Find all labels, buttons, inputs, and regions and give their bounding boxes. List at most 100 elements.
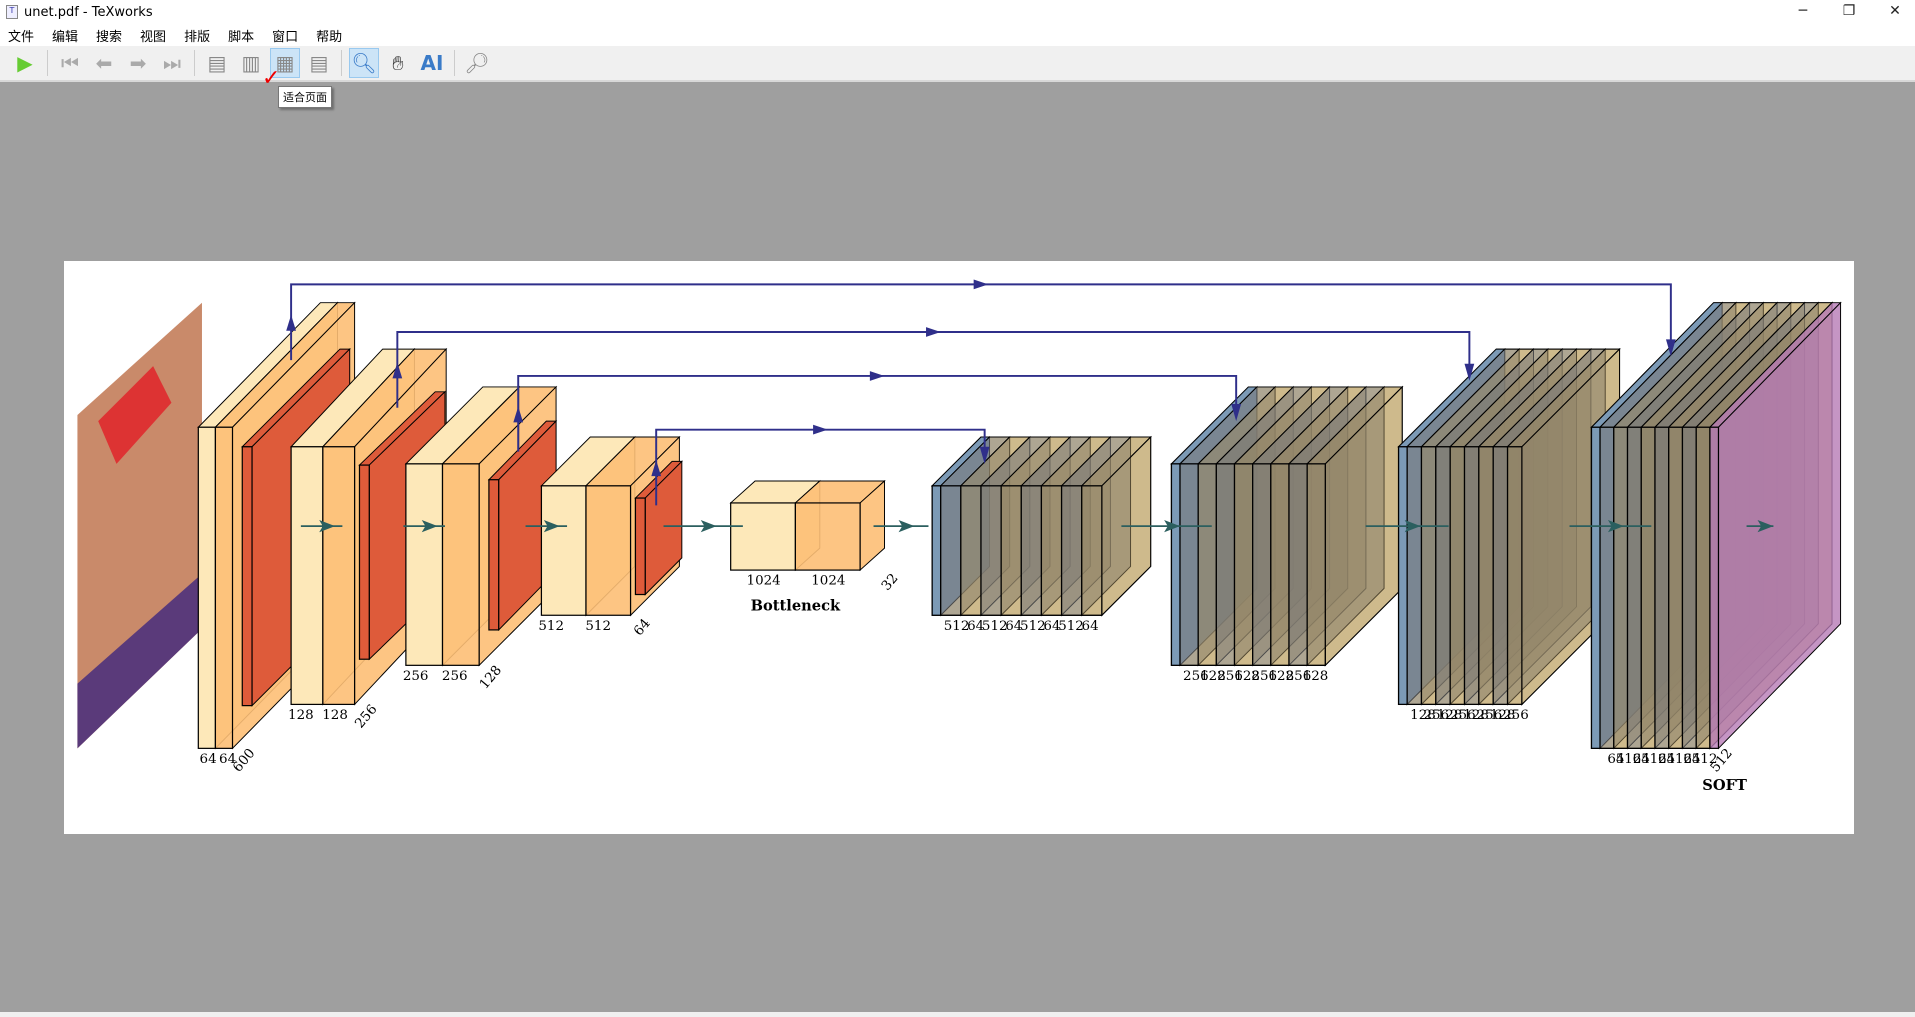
decoder-conv-block-front (1449, 446, 1466, 706)
menu-typeset[interactable]: 排版 (176, 26, 220, 45)
text-select-icon: AI (420, 51, 444, 75)
decoder-conv-block-front (1695, 426, 1711, 749)
decoder-conv-block-front (1478, 446, 1494, 706)
softmax-block-front (1709, 426, 1720, 749)
tooltip: 适合页面 (278, 86, 332, 108)
decoder-concat-block-front (980, 485, 1002, 616)
skip-connection-arrow (290, 283, 1672, 361)
next-page-icon: ➡ (129, 51, 147, 75)
encoder-conv-block-front (197, 426, 217, 749)
minimize-button[interactable]: ─ (1780, 0, 1826, 24)
encoder-dim-label: 128 (477, 663, 505, 692)
find-button[interactable]: 🔎︎ (462, 48, 492, 78)
magnifier-button[interactable]: 🔍︎ (349, 48, 379, 78)
encoder-dim-label: 256 (353, 702, 381, 731)
menu-file[interactable]: 文件 (0, 26, 44, 45)
fit-content-button[interactable]: ▤ (304, 48, 334, 78)
skip-arrowhead (973, 279, 989, 290)
decoder-conv-block-front (1613, 426, 1629, 749)
encoder-conv-block-front (214, 426, 234, 749)
last-page-icon: ⏭ (163, 51, 181, 75)
menu-help[interactable]: 帮助 (308, 26, 352, 45)
fit-content-icon: ▤ (309, 51, 329, 75)
decoder-unpool-block-front (1590, 426, 1601, 749)
decoder-concat-block-front (1288, 463, 1308, 666)
restore-button[interactable]: ❐ (1826, 0, 1872, 24)
find-icon: 🔎︎ (464, 51, 490, 75)
menu-bar: 文件 编辑 搜索 视图 排版 脚本 窗口 帮助 (0, 24, 1915, 46)
decoder-concat-block-front (1215, 463, 1236, 666)
encoder-dim-label: 512 (585, 619, 611, 634)
decoder-dim-label: 64 (1082, 619, 1099, 634)
typeset-button[interactable]: ▶ (10, 48, 40, 78)
decoder-conv-block-front (1000, 485, 1022, 616)
next-page-button[interactable]: ➡ (123, 48, 153, 78)
decoder-concat-block-front (1060, 485, 1083, 616)
decoder-concat-block-front (1252, 463, 1272, 666)
bottleneck-dim-label: 32 (879, 571, 901, 594)
decoder-dim-label: 512 (982, 619, 1008, 634)
decoder-concat-block-front (1599, 426, 1615, 749)
decoder-concat-block-front (1179, 463, 1199, 666)
encoder-dim-label: 128 (288, 708, 314, 723)
magnifier-icon: 🔍︎ (351, 51, 377, 75)
bottleneck-block-front (794, 502, 861, 571)
decoder-dim-label: 128 (1303, 669, 1329, 684)
fit-width-icon: ▥ (241, 51, 261, 75)
skip-arrowhead (926, 327, 941, 337)
decoder-concat-block-front (1492, 446, 1509, 706)
menu-edit[interactable]: 编辑 (44, 26, 88, 45)
decoder-concat-block-front (1654, 426, 1670, 749)
text-select-button[interactable]: AI (417, 48, 447, 78)
decoder-concat-block-front (1626, 426, 1642, 749)
close-button[interactable]: ✕ (1872, 0, 1915, 24)
decoder-conv-block-front (1233, 463, 1254, 666)
app-icon: T (6, 5, 18, 19)
decoder-conv-block-front (1506, 446, 1523, 706)
encoder-dim-label: 600 (230, 746, 258, 775)
menu-view[interactable]: 视图 (132, 26, 176, 45)
separator (47, 50, 48, 76)
separator (454, 50, 455, 76)
decoder-conv-block-front (1640, 426, 1656, 749)
hand-button[interactable]: ✋︎ (383, 48, 413, 78)
decoder-conv-block-front (1081, 485, 1103, 616)
decoder-conv-block-front (960, 485, 982, 616)
previous-page-button[interactable]: ⬅ (89, 48, 119, 78)
skip-arrowhead (286, 314, 296, 331)
previous-page-icon: ⬅ (95, 51, 113, 75)
decoder-concat-block-front (1435, 446, 1451, 706)
decoder-concat-block-front (1406, 446, 1423, 706)
decoder-dim-label: 512 (944, 619, 970, 634)
actual-size-button[interactable]: ▤ (202, 48, 232, 78)
encoder-dim-label: 64 (200, 752, 217, 767)
menu-window[interactable]: 窗口 (264, 26, 308, 45)
decoder-dim-label: 512 (1058, 619, 1084, 634)
actual-size-icon: ▤ (207, 51, 227, 75)
softmax-caption: SOFT (1702, 777, 1747, 794)
decoder-concat-block-front (1681, 426, 1697, 749)
encoder-conv-block-front (441, 463, 480, 666)
decoder-conv-block-front (1197, 463, 1217, 666)
last-page-button[interactable]: ⏭ (157, 48, 187, 78)
menu-scripts[interactable]: 脚本 (220, 26, 264, 45)
bottleneck-block-front (730, 502, 796, 571)
separator (341, 50, 342, 76)
pdf-page[interactable]: 64 64 600 128 128 256 256 256 128 512 512 64 1024 102… (64, 261, 1854, 834)
menu-search[interactable]: 搜索 (88, 26, 132, 45)
status-bar (0, 1012, 1915, 1017)
encoder-dim-label: 512 (538, 619, 564, 634)
encoder-dim-label: 256 (403, 669, 429, 684)
decoder-dim-label: 512 (1020, 619, 1046, 634)
first-page-button[interactable]: ⏮ (55, 48, 85, 78)
bottleneck-dim-label: 1024 (747, 574, 781, 589)
encoder-conv-block-front (405, 463, 444, 666)
bottleneck-caption: Bottleneck (751, 597, 841, 614)
encoder-conv-block-front (585, 485, 632, 616)
first-page-icon: ⏮ (61, 51, 79, 75)
typeset-icon: ▶ (17, 51, 33, 75)
encoder-pool-block-front (241, 446, 253, 707)
encoder-dim-label: 256 (442, 669, 468, 684)
softmax-dim-label: 512 (1708, 746, 1736, 775)
decoder-concat-block-front (1463, 446, 1480, 706)
